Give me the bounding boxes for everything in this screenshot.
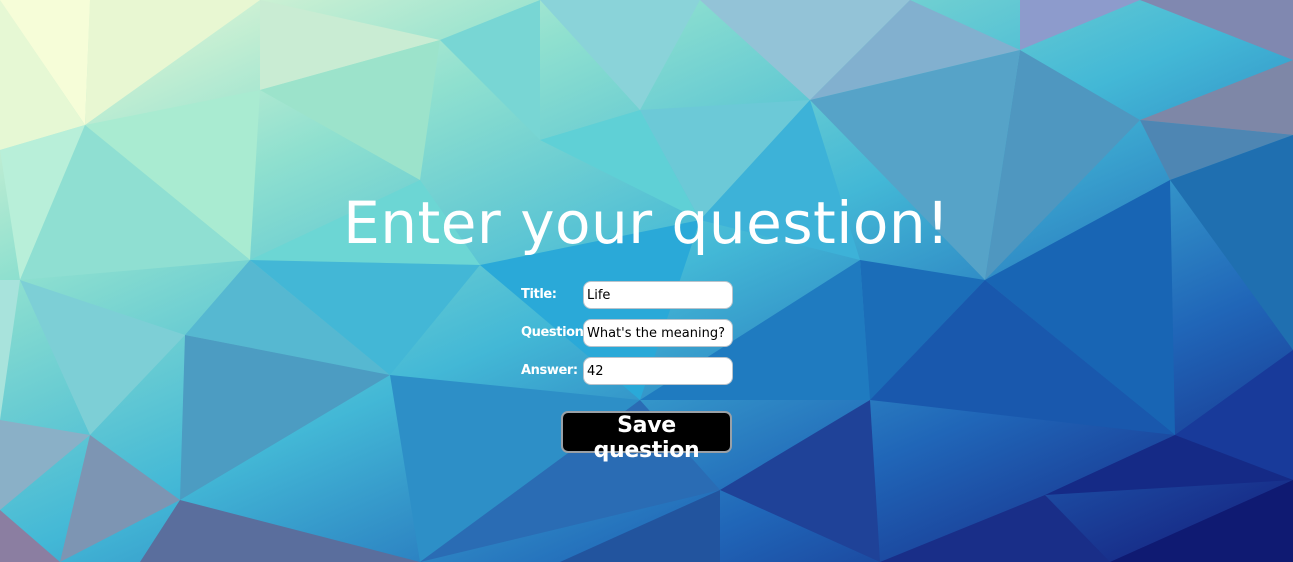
question-input[interactable] bbox=[583, 319, 733, 347]
question-row: Question: bbox=[521, 319, 741, 347]
page: Enter your question! Title: Question: An… bbox=[0, 0, 1293, 562]
answer-label: Answer: bbox=[521, 363, 578, 378]
answer-input[interactable] bbox=[583, 357, 733, 385]
title-input[interactable] bbox=[583, 281, 733, 309]
save-question-button[interactable]: Save question bbox=[561, 411, 732, 463]
page-title: Enter your question! bbox=[343, 189, 950, 257]
question-label: Question: bbox=[521, 325, 589, 340]
title-row: Title: bbox=[521, 281, 741, 309]
answer-row: Answer: bbox=[521, 357, 741, 385]
question-form: Title: Question: Answer: bbox=[521, 281, 741, 395]
title-label: Title: bbox=[521, 287, 557, 302]
